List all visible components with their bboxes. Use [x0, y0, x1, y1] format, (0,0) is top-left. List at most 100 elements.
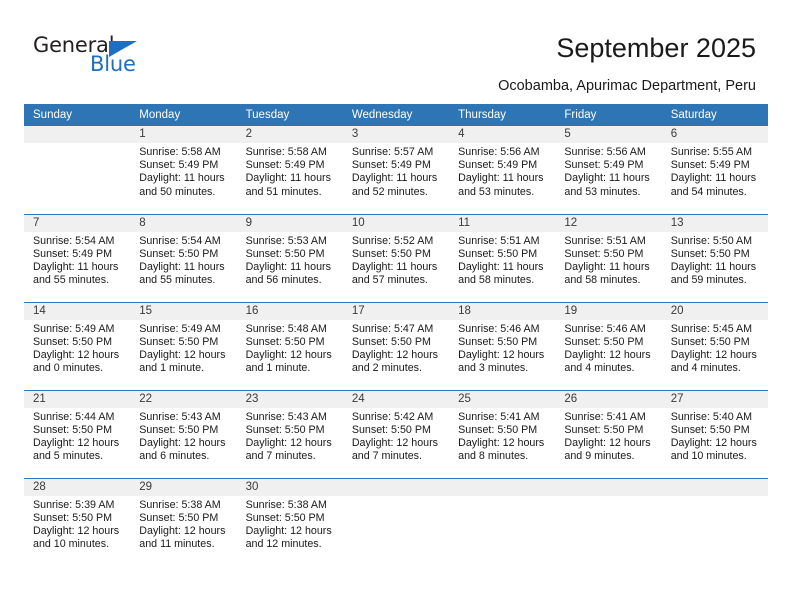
- daylight-duration-line1: Daylight: 12 hours: [245, 348, 332, 361]
- calendar-day-cell[interactable]: 14 Sunrise: 5:49 AM Sunset: 5:50 PM Dayligh…: [24, 301, 131, 390]
- calendar-day-cell[interactable]: 21 Sunrise: 5:44 AM Sunset: 5:50 PM Dayligh…: [24, 389, 131, 478]
- page-header: General Blue September 2025 Ocobamba, Ap…: [0, 0, 792, 100]
- calendar-day-cell[interactable]: 20 Sunrise: 5:45 AM Sunset: 5:50 PM Dayligh…: [661, 301, 768, 390]
- calendar-day-cell[interactable]: 23 Sunrise: 5:43 AM Sunset: 5:50 PM Dayligh…: [236, 389, 343, 478]
- day-sun-info: Sunrise: 5:43 AM Sunset: 5:50 PM Daylight:…: [130, 408, 236, 464]
- daylight-duration-line2: and 53 minutes.: [564, 185, 641, 198]
- daylight-duration-line1: Daylight: 12 hours: [458, 348, 545, 361]
- daylight-duration-line2: and 10 minutes.: [33, 538, 110, 551]
- calendar-header-row: Sunday Monday Tuesday Wednesday Thursday…: [24, 104, 768, 126]
- daylight-duration-line2: and 2 minutes.: [351, 362, 422, 375]
- day-cell-content: 2 Sunrise: 5:58 AM Sunset: 5:49 PM Daylight…: [236, 126, 343, 214]
- day-number: 19: [555, 302, 662, 320]
- daylight-duration-line2: and 1 minute.: [139, 362, 205, 375]
- daylight-duration-line1: Daylight: 12 hours: [139, 436, 226, 449]
- sunrise-time: Sunrise: 5:48 AM: [245, 322, 327, 335]
- sunset-time: Sunset: 5:49 PM: [245, 159, 325, 172]
- calendar-day-cell[interactable]: 22 Sunrise: 5:43 AM Sunset: 5:50 PM Dayligh…: [130, 389, 237, 478]
- daylight-duration-line2: and 7 minutes.: [245, 450, 316, 463]
- sunrise-time: Sunrise: 5:44 AM: [33, 410, 115, 423]
- sunrise-time: Sunrise: 5:45 AM: [670, 322, 753, 335]
- day-sun-info: Sunrise: 5:51 AM Sunset: 5:50 PM Daylight:…: [449, 232, 555, 288]
- daylight-duration-line1: Daylight: 11 hours: [564, 172, 650, 185]
- day-cell-content: 29 Sunrise: 5:38 AM Sunset: 5:50 PM Dayligh…: [130, 478, 237, 567]
- day-number: 25: [449, 390, 556, 408]
- daylight-duration-line2: and 54 minutes.: [670, 185, 747, 198]
- day-number: 11: [449, 214, 556, 232]
- day-sun-info: Sunrise: 5:58 AM Sunset: 5:49 PM Daylight:…: [237, 143, 343, 199]
- day-number: 9: [236, 214, 343, 232]
- calendar-day-cell[interactable]: 4 Sunrise: 5:56 AM Sunset: 5:49 PM Daylight…: [449, 126, 556, 214]
- sunset-time: Sunset: 5:50 PM: [245, 511, 325, 524]
- sunset-time: Sunset: 5:50 PM: [458, 335, 538, 348]
- day-sun-info: Sunrise: 5:41 AM Sunset: 5:50 PM Daylight:…: [449, 408, 555, 464]
- calendar-day-cell[interactable]: 3 Sunrise: 5:57 AM Sunset: 5:49 PM Daylight…: [342, 126, 450, 214]
- calendar-day-cell[interactable]: 30 Sunrise: 5:38 AM Sunset: 5:50 PM Dayligh…: [236, 477, 343, 567]
- day-sun-info: Sunrise: 5:40 AM Sunset: 5:50 PM Daylight:…: [662, 408, 768, 464]
- day-sun-info: Sunrise: 5:56 AM Sunset: 5:49 PM Daylight:…: [555, 143, 661, 199]
- calendar-day-cell: [449, 477, 556, 566]
- sunset-time: Sunset: 5:50 PM: [564, 423, 644, 436]
- calendar-day-cell[interactable]: 1 Sunrise: 5:58 AM Sunset: 5:49 PM Daylight…: [130, 126, 237, 214]
- calendar-day-cell: [661, 477, 768, 566]
- weekday-header-tuesday: Tuesday: [236, 104, 343, 126]
- calendar-day-cell[interactable]: 24 Sunrise: 5:42 AM Sunset: 5:50 PM Dayligh…: [342, 389, 450, 478]
- day-sun-info: Sunrise: 5:45 AM Sunset: 5:50 PM Daylight:…: [662, 320, 768, 376]
- sunrise-time: Sunrise: 5:51 AM: [458, 234, 540, 247]
- sunset-time: Sunset: 5:50 PM: [564, 247, 644, 260]
- daylight-duration-line2: and 50 minutes.: [139, 185, 216, 198]
- daylight-duration-line1: Daylight: 12 hours: [139, 524, 226, 537]
- calendar-day-cell[interactable]: 8 Sunrise: 5:54 AM Sunset: 5:50 PM Daylight…: [130, 213, 237, 302]
- daylight-duration-line1: Daylight: 11 hours: [245, 172, 331, 185]
- calendar-day-cell[interactable]: 15 Sunrise: 5:49 AM Sunset: 5:50 PM Dayligh…: [130, 301, 237, 390]
- calendar-day-cell[interactable]: 6 Sunrise: 5:55 AM Sunset: 5:49 PM Daylight…: [661, 126, 768, 214]
- day-cell-content: 1 Sunrise: 5:58 AM Sunset: 5:49 PM Daylight…: [130, 126, 237, 214]
- day-sun-info: Sunrise: 5:46 AM Sunset: 5:50 PM Daylight:…: [555, 320, 661, 376]
- day-cell-content: 30 Sunrise: 5:38 AM Sunset: 5:50 PM Dayligh…: [236, 478, 343, 567]
- daylight-duration-line1: Daylight: 12 hours: [670, 348, 757, 361]
- calendar-day-cell[interactable]: 9 Sunrise: 5:53 AM Sunset: 5:50 PM Daylight…: [236, 213, 343, 302]
- daylight-duration-line1: Daylight: 11 hours: [139, 260, 225, 273]
- calendar-day-cell[interactable]: 18 Sunrise: 5:46 AM Sunset: 5:50 PM Dayligh…: [449, 301, 556, 390]
- calendar-day-cell[interactable]: 12 Sunrise: 5:51 AM Sunset: 5:50 PM Dayligh…: [555, 213, 662, 302]
- day-cell-content: 26 Sunrise: 5:41 AM Sunset: 5:50 PM Dayligh…: [555, 390, 662, 478]
- calendar-week-row: 28 Sunrise: 5:39 AM Sunset: 5:50 PM Dayligh…: [24, 477, 768, 567]
- logo-text-blue: Blue: [90, 52, 136, 76]
- calendar-day-cell[interactable]: 25 Sunrise: 5:41 AM Sunset: 5:50 PM Dayligh…: [449, 389, 556, 478]
- calendar-day-cell[interactable]: 5 Sunrise: 5:56 AM Sunset: 5:49 PM Daylight…: [555, 126, 662, 214]
- daylight-duration-line2: and 12 minutes.: [245, 538, 322, 551]
- day-number: 14: [24, 302, 131, 320]
- day-cell-content: 5 Sunrise: 5:56 AM Sunset: 5:49 PM Daylight…: [555, 126, 662, 214]
- calendar-day-cell[interactable]: 19 Sunrise: 5:46 AM Sunset: 5:50 PM Dayligh…: [555, 301, 662, 390]
- calendar-day-cell[interactable]: 2 Sunrise: 5:58 AM Sunset: 5:49 PM Daylight…: [236, 126, 343, 214]
- calendar-day-cell[interactable]: 29 Sunrise: 5:38 AM Sunset: 5:50 PM Dayligh…: [130, 477, 237, 567]
- calendar-day-cell[interactable]: 17 Sunrise: 5:47 AM Sunset: 5:50 PM Dayligh…: [342, 301, 450, 390]
- daylight-duration-line1: Daylight: 11 hours: [245, 260, 331, 273]
- sunset-time: Sunset: 5:50 PM: [245, 423, 325, 436]
- day-number: 16: [236, 302, 343, 320]
- daylight-duration-line1: Daylight: 12 hours: [139, 348, 226, 361]
- day-cell-content: 14 Sunrise: 5:49 AM Sunset: 5:50 PM Dayligh…: [24, 302, 131, 390]
- calendar-day-cell[interactable]: 10 Sunrise: 5:52 AM Sunset: 5:50 PM Dayligh…: [342, 213, 450, 302]
- calendar-day-cell[interactable]: 16 Sunrise: 5:48 AM Sunset: 5:50 PM Dayligh…: [236, 301, 343, 390]
- calendar-day-cell[interactable]: 7 Sunrise: 5:54 AM Sunset: 5:49 PM Daylight…: [24, 213, 131, 302]
- day-number: 12: [555, 214, 662, 232]
- day-number: 21: [24, 390, 131, 408]
- sunrise-time: Sunrise: 5:50 AM: [670, 234, 753, 247]
- sunrise-time: Sunrise: 5:58 AM: [139, 146, 221, 158]
- day-number: 6: [661, 126, 768, 143]
- calendar-body: 1 Sunrise: 5:58 AM Sunset: 5:49 PM Daylight…: [24, 126, 768, 566]
- calendar-day-cell[interactable]: 13 Sunrise: 5:50 AM Sunset: 5:50 PM Dayligh…: [661, 213, 768, 302]
- day-sun-info: Sunrise: 5:55 AM Sunset: 5:49 PM Daylight:…: [662, 143, 768, 199]
- day-number: 27: [661, 390, 768, 408]
- calendar-day-cell[interactable]: 27 Sunrise: 5:40 AM Sunset: 5:50 PM Dayligh…: [661, 389, 768, 478]
- calendar-day-cell[interactable]: 28 Sunrise: 5:39 AM Sunset: 5:50 PM Dayligh…: [24, 477, 131, 566]
- sunrise-time: Sunrise: 5:56 AM: [564, 146, 646, 158]
- day-sun-info: Sunrise: 5:51 AM Sunset: 5:50 PM Daylight:…: [555, 232, 661, 288]
- daylight-duration-line2: and 53 minutes.: [458, 185, 535, 198]
- calendar-day-cell[interactable]: 11 Sunrise: 5:51 AM Sunset: 5:50 PM Dayligh…: [449, 213, 556, 302]
- calendar-day-cell: [342, 477, 450, 566]
- day-sun-info: Sunrise: 5:39 AM Sunset: 5:50 PM Daylight:…: [24, 496, 130, 552]
- calendar-day-cell[interactable]: 26 Sunrise: 5:41 AM Sunset: 5:50 PM Dayligh…: [555, 389, 662, 478]
- general-blue-logo[interactable]: General Blue: [33, 33, 233, 83]
